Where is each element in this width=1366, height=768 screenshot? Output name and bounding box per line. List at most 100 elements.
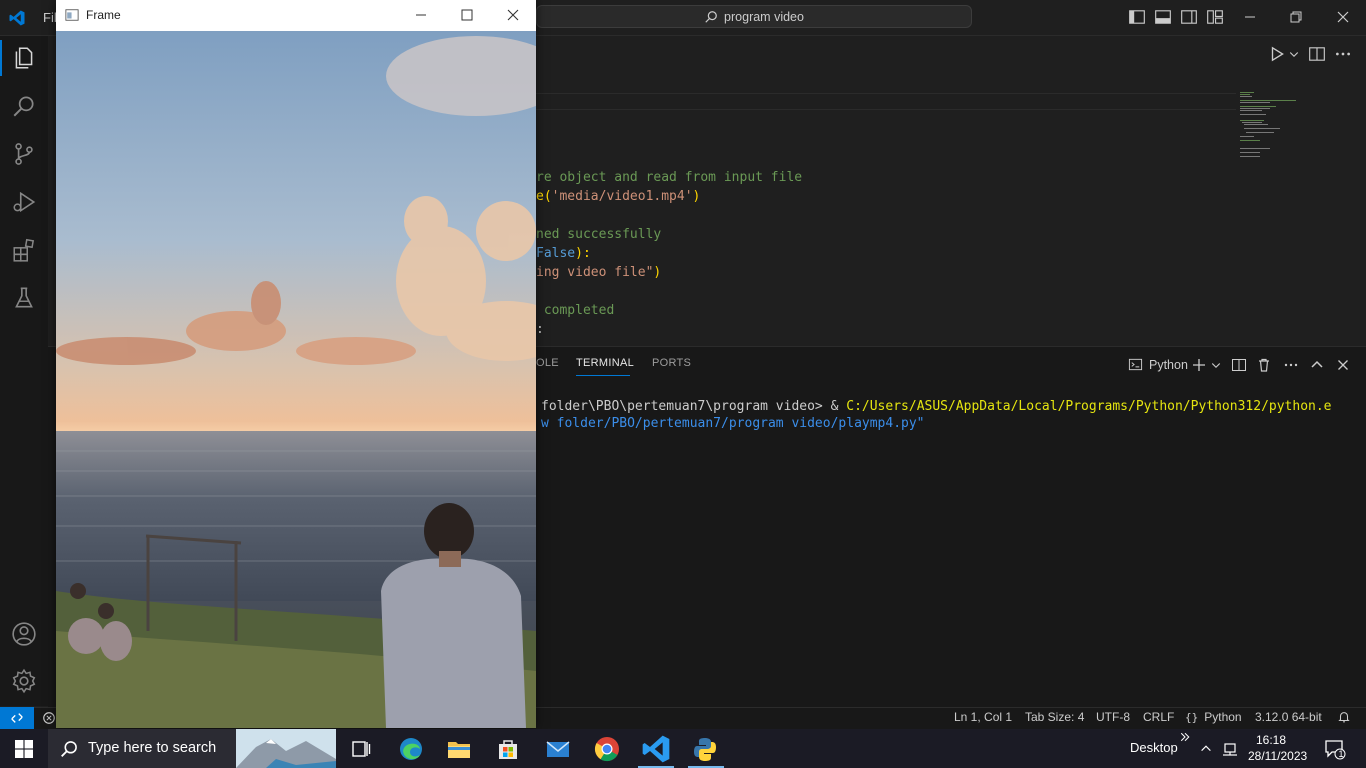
accounts-icon[interactable] [11,621,37,647]
desktop-toolbar[interactable]: Desktop [1130,740,1178,755]
chevron-down-icon[interactable] [1210,357,1222,373]
new-terminal-icon[interactable] [1191,357,1207,373]
manage-gear-icon[interactable] [11,668,37,694]
search-icon [61,741,77,757]
terminal-prompt: folder\PBO\pertemuan7\program video> & [541,399,847,414]
search-placeholder: Type here to search [88,740,217,756]
terminal-profile[interactable]: Python [1128,357,1188,372]
vscode-logo-icon [9,10,25,26]
python-interpreter[interactable]: 3.12.0 64-bit [1255,710,1322,724]
toggle-panel-icon[interactable] [1154,8,1172,26]
terminal-command-arg: w folder/PBO/pertemuan7/program video/pl… [541,416,925,431]
cursor-position[interactable]: Ln 1, Col 1 [954,710,1012,724]
toggle-secondary-sidebar-icon[interactable] [1180,8,1198,26]
split-editor-icon[interactable] [1308,45,1326,63]
frame-window[interactable]: Frame [56,0,536,728]
code-token: ing video file" [536,265,654,280]
more-actions-icon[interactable] [1283,357,1299,373]
run-debug-icon[interactable] [11,189,37,215]
run-python-file-icon[interactable] [1268,45,1286,63]
terminal-line[interactable]: w folder/PBO/pertemuan7/program video/pl… [541,416,925,431]
double-chevron-icon[interactable] [1179,731,1191,743]
extensions-icon[interactable] [11,237,37,263]
code-token: e [536,189,544,204]
remote-icon [11,713,23,723]
code-token: ( [543,189,552,204]
code-token: completed [536,303,615,318]
maximize-panel-icon[interactable] [1309,357,1325,373]
activity-bar [0,36,49,706]
code-line[interactable]: ned successfully [536,225,661,244]
menu-file[interactable]: Fil [43,10,57,25]
code-line[interactable]: ing video file") [536,263,661,282]
clock-date: 28/11/2023 [1248,749,1308,763]
tab-size[interactable]: Tab Size: 4 [1025,710,1084,724]
clock-time: 16:18 [1255,733,1287,747]
minimize-icon[interactable] [413,7,429,23]
more-actions-icon[interactable] [1334,45,1352,63]
close-icon[interactable] [1335,9,1351,25]
end-of-line[interactable]: CRLF [1143,710,1174,724]
code-token: ned successfully [536,227,662,242]
python-icon[interactable] [689,733,721,765]
split-terminal-icon[interactable] [1231,357,1247,373]
windows-start-icon[interactable] [15,740,33,758]
code-token: re object and read from input file [536,170,803,185]
active-indicator [0,40,2,76]
chevron-down-icon[interactable] [1288,48,1300,60]
language-mode[interactable]: {} Python [1185,710,1242,724]
maximize-icon[interactable] [459,7,475,23]
terminal-line[interactable]: folder\PBO\pertemuan7\program video> & C… [541,399,1332,414]
tab-terminal[interactable]: TERMINAL [576,357,634,369]
notifications-bell-icon[interactable] [1337,710,1351,724]
remote-indicator[interactable] [0,707,34,729]
minimap[interactable] [1236,90,1306,170]
code-line[interactable]: e('media/video1.mp4') [536,187,700,206]
close-panel-icon[interactable] [1335,357,1351,373]
terminal-command: C:/Users/ASUS/AppData/Local/Programs/Pyt… [846,399,1332,414]
braces-icon: {} [1185,710,1199,724]
network-icon[interactable] [1222,741,1238,757]
frame-title: Frame [86,8,121,22]
code-line[interactable]: False): [536,244,591,263]
command-center-label: program video [724,9,804,24]
customize-layout-icon[interactable] [1206,8,1224,26]
breadcrumb-separator [536,93,1236,94]
source-control-icon[interactable] [11,141,37,167]
code-line[interactable]: re object and read from input file [536,168,802,187]
store-icon[interactable] [492,733,524,765]
show-hidden-icons-chevron-icon[interactable] [1199,741,1213,755]
tab-debug-console[interactable]: OLE [536,357,559,369]
errors-icon[interactable] [42,711,56,725]
code-token: 'media/video1.mp4' [551,189,693,204]
minimize-icon[interactable] [1242,9,1258,25]
restore-icon[interactable] [1288,9,1304,25]
terminal-icon [1128,358,1143,371]
search-icon[interactable] [11,93,37,119]
code-token: False [536,246,576,261]
code-line[interactable]: completed [536,301,614,320]
language-label: Python [1204,710,1242,724]
video-frame [56,31,536,728]
chrome-icon[interactable] [591,733,623,765]
kill-terminal-icon[interactable] [1256,357,1272,373]
testing-icon[interactable] [11,285,37,311]
vscode-icon[interactable] [640,733,672,765]
encoding[interactable]: UTF-8 [1096,710,1130,724]
explorer-icon[interactable] [11,45,37,71]
notification-count: 1 [1338,749,1344,759]
task-view-icon[interactable] [345,733,377,765]
search-highlight-image [236,729,336,768]
code-token: ) [653,265,662,280]
file-explorer-icon[interactable] [443,733,475,765]
active-tab-underline [576,375,630,376]
edge-icon[interactable] [395,733,427,765]
toggle-primary-sidebar-icon[interactable] [1128,8,1146,26]
code-line[interactable]: : [536,320,544,339]
close-icon[interactable] [505,7,521,23]
terminal-profile-label: Python [1149,357,1188,372]
tab-ports[interactable]: PORTS [652,357,691,369]
clock[interactable]: 16:18 28/11/2023 [1248,732,1308,764]
mail-icon[interactable] [542,733,574,765]
command-center[interactable]: program video [536,5,972,28]
